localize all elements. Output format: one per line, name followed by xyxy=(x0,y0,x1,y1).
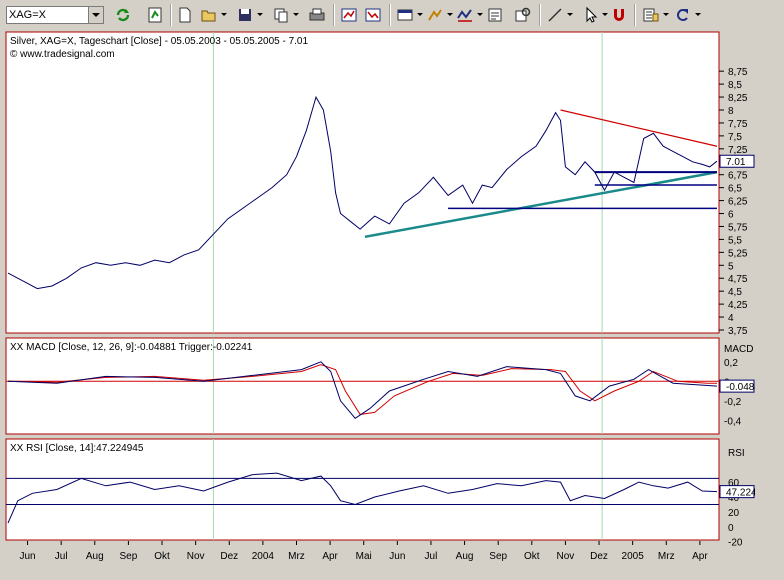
price-tick-label: 4,75 xyxy=(728,274,748,285)
indicator-icon[interactable] xyxy=(456,6,474,24)
undo-icon[interactable] xyxy=(674,6,692,24)
chart-compare-icon[interactable] xyxy=(364,6,382,24)
rsi-tick-label: RSI xyxy=(728,448,745,459)
price-tick-label: 3,75 xyxy=(728,326,748,337)
chevron-down-icon[interactable] xyxy=(88,7,103,23)
price-tick-label: 8,75 xyxy=(728,67,748,78)
save-icon[interactable] xyxy=(236,6,254,24)
rsi-tick-label: -20 xyxy=(728,538,743,549)
x-tick-label: Mai xyxy=(356,551,372,562)
line-tool-icon[interactable] xyxy=(546,6,564,24)
price-tick-label: 5,75 xyxy=(728,222,748,233)
new-document-icon[interactable] xyxy=(176,6,194,24)
chart-update-icon[interactable] xyxy=(146,6,164,24)
x-tick-label: Sep xyxy=(489,551,507,562)
price-tick-label: 6,5 xyxy=(728,184,742,195)
x-tick-label: Aug xyxy=(86,551,104,562)
copy-icon[interactable] xyxy=(272,6,290,24)
x-tick-label: Dez xyxy=(590,551,608,562)
price-tick-label: 8,25 xyxy=(728,93,748,104)
x-tick-label: Mrz xyxy=(288,551,305,562)
price-tick-label: 4,5 xyxy=(728,287,742,298)
chart-window-icon[interactable] xyxy=(340,6,358,24)
rsi-title: XX RSI [Close, 14]:47.224945 xyxy=(10,443,144,454)
rsi-tick-label: 20 xyxy=(728,508,740,519)
properties-icon[interactable] xyxy=(486,6,504,24)
x-tick-label: 2005 xyxy=(622,551,645,562)
x-tick-label: Apr xyxy=(322,551,338,562)
open-folder-icon[interactable] xyxy=(200,6,218,24)
price-tick-label: 7,5 xyxy=(728,132,742,143)
drawing-tools-icon[interactable] xyxy=(426,6,444,24)
macd-tick-label: 0,2 xyxy=(724,358,738,369)
x-tick-label: Jul xyxy=(55,551,68,562)
macd-tick-label: -0,2 xyxy=(724,397,742,408)
price-panel[interactable] xyxy=(5,31,720,334)
x-tick-label: Sep xyxy=(120,551,138,562)
price-chart-title: Silver, XAG=X, Tageschart [Close] - 05.0… xyxy=(10,36,308,47)
x-tick-label: Okt xyxy=(524,551,540,562)
price-tick-label: 5 xyxy=(728,261,734,272)
price-last-value: 7.01 xyxy=(726,157,746,168)
toolbar: XAG=X xyxy=(0,0,784,31)
x-tick-label: Jul xyxy=(425,551,438,562)
x-tick-label: Okt xyxy=(154,551,170,562)
status-bar xyxy=(0,566,784,580)
x-tick-label: Nov xyxy=(187,551,205,562)
price-tick-label: 4 xyxy=(728,313,734,324)
x-tick-label: Aug xyxy=(456,551,474,562)
copyright-label: © www.tradesignal.com xyxy=(10,49,115,60)
x-tick-label: Jun xyxy=(19,551,35,562)
chart-area[interactable]: 8,758,58,2587,757,57,2576,756,56,2565,75… xyxy=(0,30,755,566)
price-tick-label: 8,5 xyxy=(728,80,742,91)
magnet-icon[interactable] xyxy=(610,6,628,24)
settings-list-icon[interactable] xyxy=(642,6,660,24)
pointer-icon[interactable] xyxy=(582,6,600,24)
x-tick-label: Jun xyxy=(389,551,405,562)
refresh-icon[interactable] xyxy=(114,6,132,24)
chart-style-icon[interactable] xyxy=(396,6,414,24)
symbol-value: XAG=X xyxy=(9,9,46,21)
x-tick-label: Nov xyxy=(557,551,575,562)
rsi-panel[interactable] xyxy=(5,438,720,541)
macd-tick-label: -0,4 xyxy=(724,416,742,427)
macd-tick-label: MACD xyxy=(724,344,753,355)
x-tick-label: 2004 xyxy=(252,551,275,562)
macd-title: XX MACD [Close, 12, 26, 9]:-0.04881 Trig… xyxy=(10,342,253,353)
price-tick-label: 7,25 xyxy=(728,145,748,156)
price-tick-label: 5,25 xyxy=(728,248,748,259)
x-tick-label: Mrz xyxy=(658,551,675,562)
print-icon[interactable] xyxy=(308,6,326,24)
price-tick-label: 7,75 xyxy=(728,119,748,130)
price-tick-label: 8 xyxy=(728,106,734,117)
magnifier-chart-icon[interactable] xyxy=(514,6,532,24)
rsi-tick-label: 0 xyxy=(728,523,734,534)
price-tick-label: 5,5 xyxy=(728,235,742,246)
value-scale-strip xyxy=(755,30,784,550)
symbol-select[interactable]: XAG=X xyxy=(6,6,104,24)
x-tick-label: Dez xyxy=(220,551,238,562)
rsi-last-value: 47.2249 xyxy=(726,488,755,499)
price-tick-label: 6,75 xyxy=(728,171,748,182)
macd-last-value: -0.0488 xyxy=(726,382,755,393)
price-tick-label: 6 xyxy=(728,210,734,221)
price-tick-label: 4,25 xyxy=(728,300,748,311)
x-tick-label: Apr xyxy=(692,551,708,562)
price-tick-label: 6,25 xyxy=(728,197,748,208)
